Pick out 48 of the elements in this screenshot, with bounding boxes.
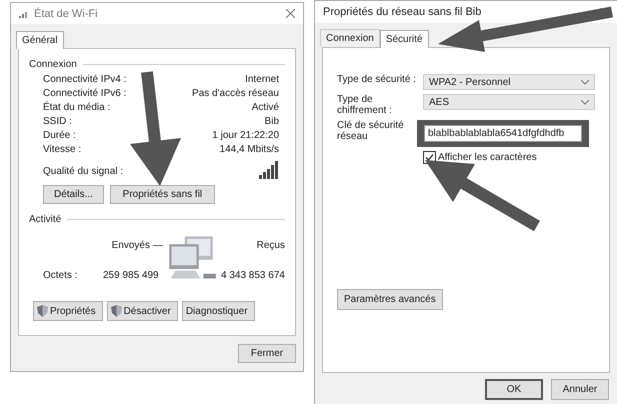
tab[interactable]: Connexion: [320, 29, 380, 47]
dialog-button[interactable]: Propriétés: [33, 301, 103, 321]
dialog-button[interactable]: Désactiver: [106, 301, 178, 321]
window-title: État de Wi-Fi: [34, 8, 99, 20]
group-heading: Activité: [29, 214, 62, 225]
dialog-button[interactable]: Détails...: [43, 185, 104, 204]
field-value: Activé: [252, 101, 279, 115]
group-heading: Connexion: [29, 59, 77, 70]
row-label: Octets :: [43, 270, 78, 280]
received-bytes: 4 343 853 674: [221, 270, 285, 280]
shield-icon: [37, 305, 48, 317]
signal-strength-icon: [259, 161, 279, 179]
field-label: État du média :: [43, 101, 110, 115]
sent-bytes: 259 985 499: [103, 270, 160, 280]
dialog-button[interactable]: Annuler: [551, 379, 609, 400]
close-icon[interactable]: [286, 9, 295, 18]
field-label: Durée :: [43, 129, 76, 143]
column-label: Reçus: [256, 240, 285, 250]
close-button[interactable]: Fermer: [238, 344, 296, 363]
chevron-icon: [581, 80, 589, 84]
dialog-button[interactable]: Propriétés sans fil: [110, 185, 215, 204]
chevron-icon: [581, 100, 589, 104]
field-label: Clé de sécurité réseau: [337, 120, 405, 142]
checkbox-label: Afficher les caractères: [438, 152, 537, 163]
field-value: 144,4 Mbits/s: [220, 143, 279, 157]
field-label: Type de chiffrement :: [337, 94, 393, 116]
field-label: Connectivité IPv4 :: [43, 73, 126, 87]
field-value: 1 jour 21:22:20: [212, 129, 279, 143]
input-field[interactable]: blablbablablabla6541dfgfdhdfb: [424, 125, 582, 142]
field-label: Type de sécurité :: [337, 74, 417, 85]
field-value: Internet: [245, 73, 279, 87]
advanced-settings-button[interactable]: Paramètres avancés: [337, 289, 443, 310]
dialog-button[interactable]: OK: [485, 379, 543, 400]
tab[interactable]: Général: [16, 31, 64, 49]
dropdown[interactable]: WPA2 - Personnel: [423, 74, 595, 90]
dialog-button[interactable]: Diagnostiquer: [182, 301, 255, 321]
column-label: Envoyés: [112, 240, 151, 250]
dropdown[interactable]: AES: [423, 94, 595, 110]
shield-icon: [110, 305, 122, 317]
field-value: Bib: [264, 115, 279, 129]
window-title: Propriétés du réseau sans fil Bib: [323, 6, 482, 18]
field-label: Connectivité IPv6 :: [43, 87, 126, 101]
field-label: SSID :: [43, 115, 72, 129]
field-label: Qualité du signal :: [43, 165, 124, 179]
signal-icon: [19, 10, 29, 18]
tab[interactable]: Sécurité: [380, 30, 428, 48]
field-value: Pas d'accès réseau: [192, 87, 279, 101]
field-label: Vitesse :: [43, 143, 82, 157]
